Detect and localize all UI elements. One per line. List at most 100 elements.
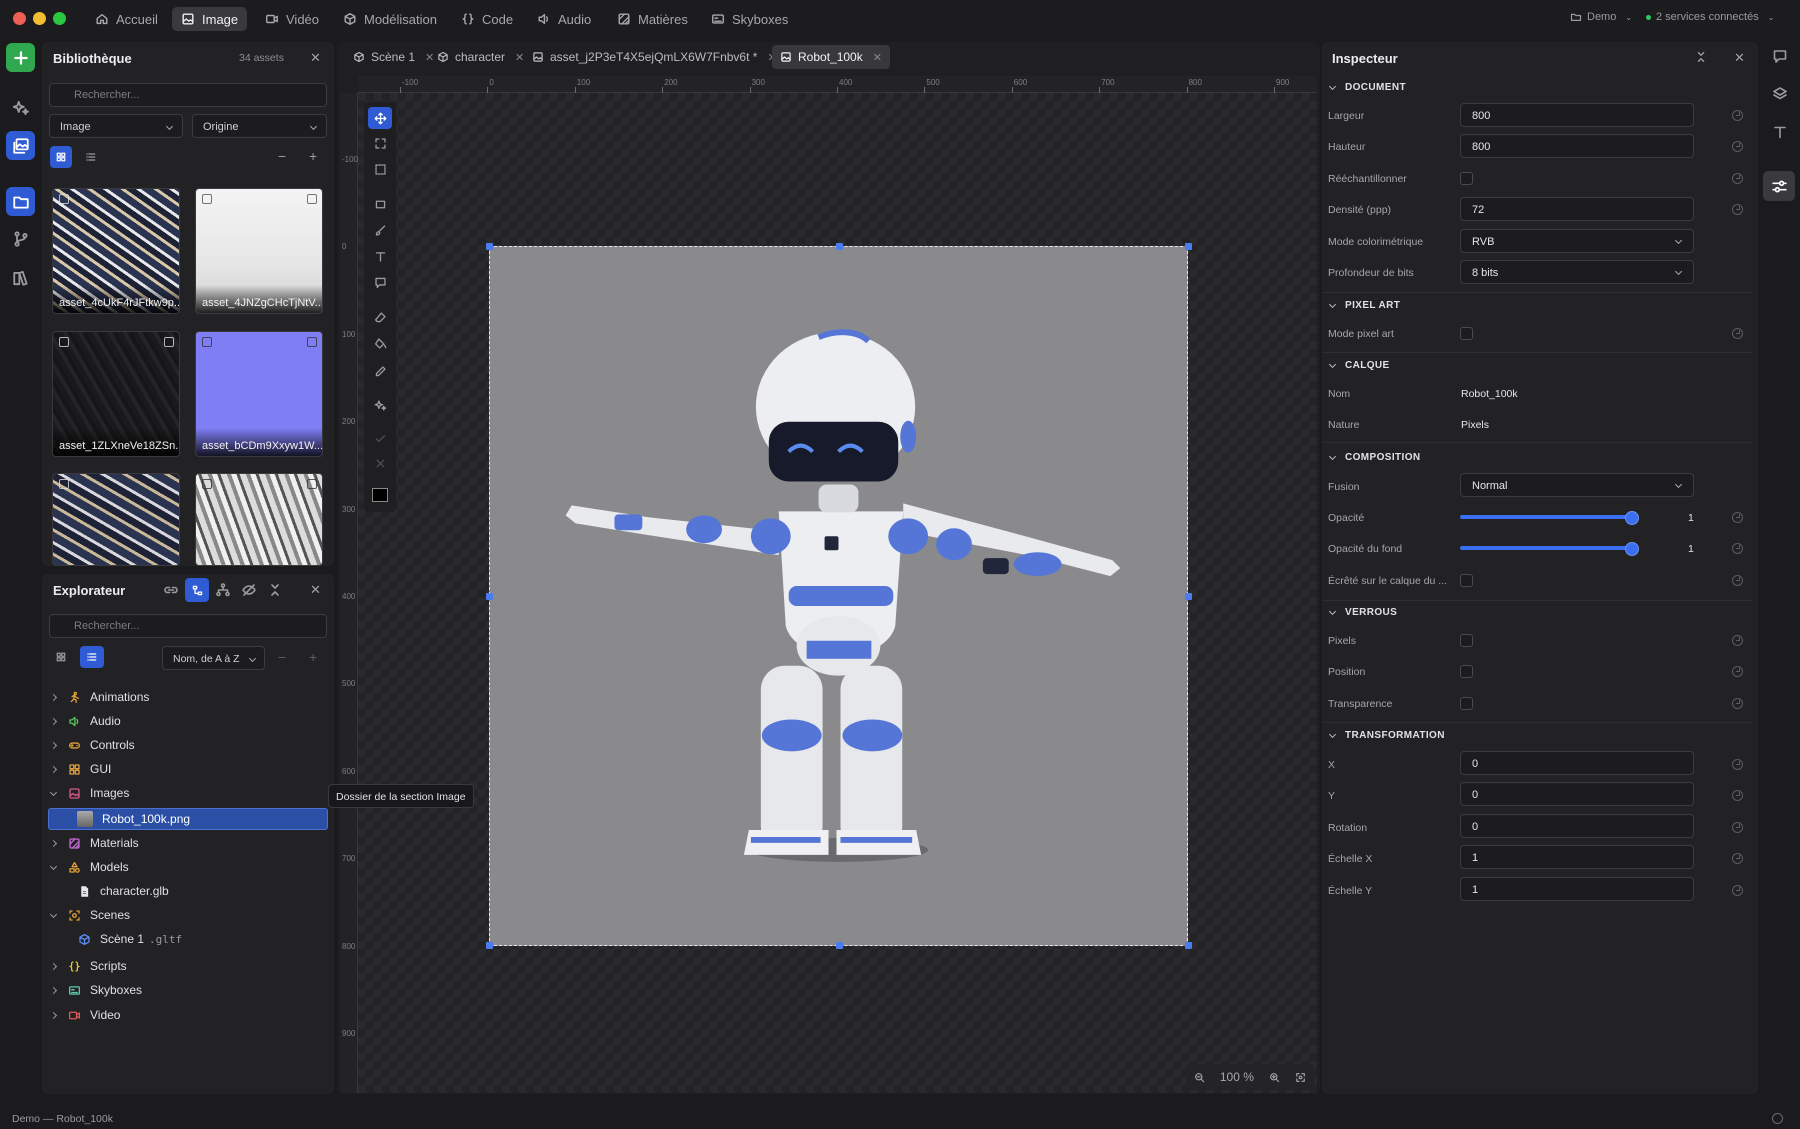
reset-icon[interactable] <box>1732 328 1743 339</box>
close-window-button[interactable] <box>13 12 26 25</box>
sort-select[interactable]: Nom, de A à Z <box>162 646 265 670</box>
library-button[interactable] <box>6 131 35 160</box>
resize-handle[interactable] <box>1185 243 1192 250</box>
tab-scene-1[interactable]: Scène 1 ✕ <box>345 45 442 69</box>
brush-tool[interactable] <box>368 219 392 241</box>
section-pixel-art[interactable]: PIXEL ART <box>1328 300 1400 311</box>
explorer-grid-view-button[interactable] <box>50 646 72 668</box>
library-search-input[interactable]: Rechercher... <box>49 83 327 107</box>
tree-item-robot-100k-png[interactable]: Robot_100k.png <box>48 808 328 830</box>
resize-handle[interactable] <box>1185 593 1192 600</box>
x-input[interactable]: 0 <box>1460 751 1694 775</box>
tab-video[interactable]: Vidéo <box>256 7 328 31</box>
tree-item-scripts[interactable]: Scripts <box>48 955 328 977</box>
resize-handle[interactable] <box>1185 942 1192 949</box>
explorer-search-input[interactable]: Rechercher... <box>49 614 327 638</box>
reset-icon[interactable] <box>1732 110 1743 121</box>
lock-transparency-checkbox[interactable] <box>1460 697 1473 710</box>
color-swatch[interactable] <box>368 484 392 506</box>
move-tool[interactable] <box>368 107 392 129</box>
tab-character[interactable]: character ✕ <box>429 45 532 69</box>
list-view-button[interactable] <box>80 146 102 168</box>
rotation-input[interactable]: 0 <box>1460 814 1694 838</box>
tree-item-controls[interactable]: Controls <box>48 734 328 756</box>
fill-opacity-slider[interactable] <box>1460 542 1639 556</box>
tab-asset[interactable]: asset_j2P3eT4X5ejQmLX6W7Fnbv6t *✕ <box>524 45 785 69</box>
expand-button[interactable]: + <box>309 649 317 665</box>
close-tab-icon[interactable]: ✕ <box>515 51 524 64</box>
resample-checkbox[interactable] <box>1460 172 1473 185</box>
section-locks[interactable]: VERROUS <box>1328 607 1397 618</box>
scale-x-input[interactable]: 1 <box>1460 845 1694 869</box>
fit-button[interactable] <box>1295 1072 1306 1083</box>
reset-icon[interactable] <box>1732 853 1743 864</box>
asset-thumbnail[interactable]: asset_4cUkF4rJFtkw9p... <box>52 188 180 314</box>
reset-icon[interactable] <box>1732 822 1743 833</box>
project-selector[interactable]: Demo ⌄ <box>1570 11 1632 23</box>
tree-item-skyboxes[interactable]: Skyboxes <box>48 979 328 1001</box>
pixel-art-checkbox[interactable] <box>1460 327 1473 340</box>
close-library-button[interactable]: ✕ <box>310 50 321 66</box>
layers-button[interactable] <box>1772 86 1788 102</box>
reset-icon[interactable] <box>1732 575 1743 586</box>
marquee-tool[interactable] <box>368 158 392 180</box>
resize-handle[interactable] <box>486 593 493 600</box>
zoom-level[interactable]: 100 % <box>1220 1070 1254 1084</box>
asset-thumbnail[interactable] <box>195 473 323 566</box>
resize-handle[interactable] <box>836 243 843 250</box>
comments-button[interactable] <box>1772 48 1788 64</box>
tab-audio[interactable]: Audio <box>528 7 600 31</box>
tree-item-scene-1[interactable]: Scène 1 .gltf <box>48 928 328 950</box>
fill-tool[interactable] <box>368 332 392 354</box>
services-status[interactable]: 2 services connectés ⌄ <box>1646 11 1774 23</box>
hierarchy-button[interactable] <box>215 582 231 598</box>
tab-accueil[interactable]: Accueil <box>86 7 167 31</box>
tab-modelisation[interactable]: Modélisation <box>334 7 446 31</box>
git-button[interactable] <box>6 224 35 253</box>
history-icon[interactable] <box>1772 1113 1783 1124</box>
crop-tool[interactable] <box>368 132 392 154</box>
reset-icon[interactable] <box>1732 173 1743 184</box>
scale-y-input[interactable]: 1 <box>1460 877 1694 901</box>
artboard[interactable] <box>486 243 1192 949</box>
section-composition[interactable]: COMPOSITION <box>1328 452 1421 463</box>
zoom-out-button[interactable] <box>1194 1072 1205 1083</box>
tab-matieres[interactable]: Matières <box>608 7 697 31</box>
zoom-out-thumbs-button[interactable]: − <box>278 148 286 164</box>
tree-view-button[interactable] <box>185 578 209 602</box>
link-button[interactable] <box>163 582 179 598</box>
tree-item-gui[interactable]: GUI <box>48 758 328 780</box>
confirm-tool[interactable] <box>368 427 392 449</box>
reset-icon[interactable] <box>1732 204 1743 215</box>
cancel-tool[interactable] <box>368 452 392 474</box>
tab-image[interactable]: Image <box>172 7 248 31</box>
tree-item-audio[interactable]: Audio <box>48 710 328 732</box>
maximize-window-button[interactable] <box>53 12 66 25</box>
type-filter-select[interactable]: Image <box>49 114 183 138</box>
asset-thumbnail[interactable]: asset_4JNZgCHcTjNtV... <box>195 188 323 314</box>
explorer-list-view-button[interactable] <box>80 646 104 668</box>
section-document[interactable]: DOCUMENT <box>1328 82 1406 93</box>
minimize-window-button[interactable] <box>33 12 46 25</box>
collapse-inspector-button[interactable] <box>1694 50 1708 64</box>
width-input[interactable]: 800 <box>1460 103 1694 127</box>
reset-icon[interactable] <box>1732 666 1743 677</box>
height-input[interactable]: 800 <box>1460 134 1694 158</box>
add-button[interactable] <box>6 43 35 72</box>
properties-button[interactable] <box>1763 171 1795 201</box>
reset-icon[interactable] <box>1732 759 1743 770</box>
resize-handle[interactable] <box>486 243 493 250</box>
eraser-tool[interactable] <box>368 306 392 328</box>
tree-item-animations[interactable]: Animations <box>48 686 328 708</box>
ai-tool[interactable] <box>368 394 392 416</box>
reset-icon[interactable] <box>1732 790 1743 801</box>
zoom-in-thumbs-button[interactable]: + <box>309 148 317 164</box>
comment-tool[interactable] <box>368 271 392 293</box>
collapse-all-button[interactable] <box>267 582 283 598</box>
rectangle-tool[interactable] <box>368 193 392 215</box>
hide-button[interactable] <box>241 582 257 598</box>
blend-select[interactable]: Normal <box>1460 473 1694 497</box>
close-tab-icon[interactable]: ✕ <box>873 51 882 64</box>
lock-pixels-checkbox[interactable] <box>1460 634 1473 647</box>
eyedropper-tool[interactable] <box>368 360 392 382</box>
